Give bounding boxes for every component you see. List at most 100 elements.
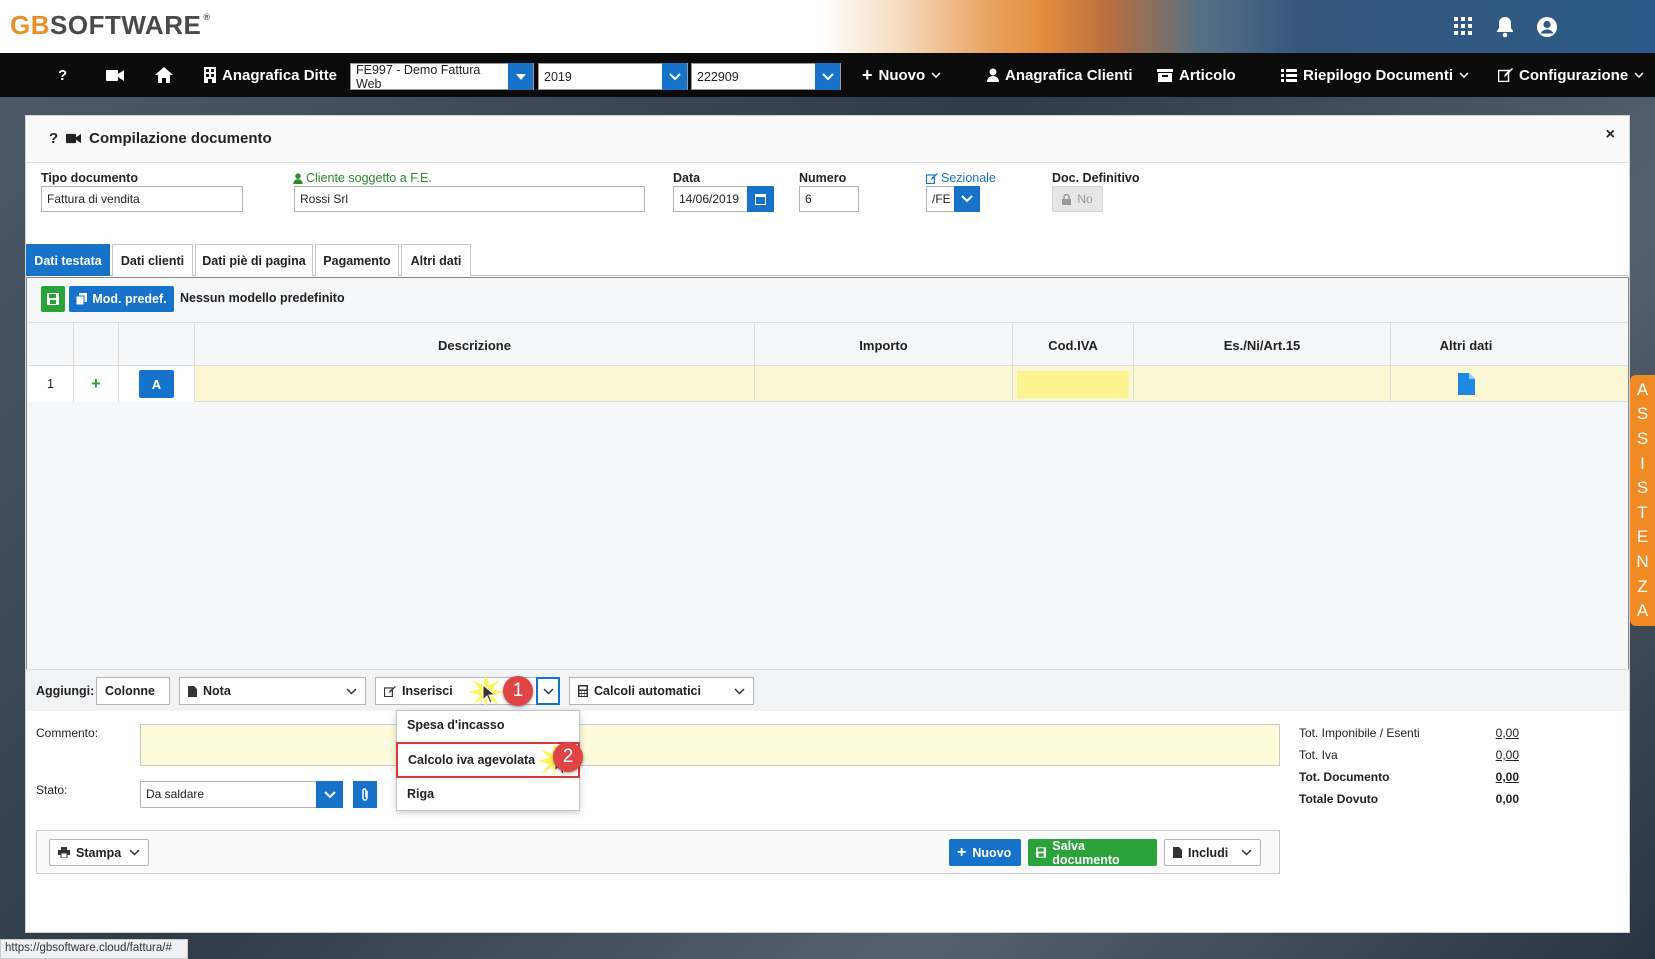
menu-item-riga[interactable]: Riga: [397, 780, 579, 808]
calcoli-automatici-dropdown[interactable]: Calcoli automatici: [569, 677, 754, 705]
commento-field[interactable]: [140, 724, 1280, 766]
video-camera-icon[interactable]: [106, 53, 124, 97]
numero-field[interactable]: 6: [799, 186, 859, 212]
total-value: 0,00: [1495, 792, 1519, 806]
tipo-documento-label: Tipo documento: [41, 171, 138, 185]
chevron-down-icon: [129, 849, 140, 856]
year-select[interactable]: 2019: [538, 63, 688, 90]
nav-configurazione-label: Configurazione: [1519, 66, 1629, 84]
file-icon: [1173, 847, 1182, 858]
chevron-down-icon[interactable]: [316, 781, 343, 808]
logo-text: SOFTWARE: [50, 9, 202, 40]
chevron-down-icon: [1241, 849, 1252, 856]
sezionale-link[interactable]: Sezionale: [926, 171, 996, 185]
column-header-altri-dati[interactable]: Altri dati: [1391, 323, 1541, 367]
salva-documento-button[interactable]: Salva documento: [1028, 839, 1157, 867]
nuovo-button[interactable]: + Nuovo: [949, 839, 1021, 866]
save-icon[interactable]: [41, 286, 65, 312]
document-icon[interactable]: [1457, 373, 1475, 395]
doc-definitivo-toggle[interactable]: No: [1052, 186, 1103, 212]
total-row: Totale Dovuto 0,00: [1299, 788, 1519, 810]
home-icon[interactable]: [155, 53, 173, 97]
user-icon: [987, 68, 999, 82]
stampa-dropdown[interactable]: Stampa: [49, 839, 149, 866]
cod-iva-cell[interactable]: [1013, 366, 1134, 402]
chevron-down-icon[interactable]: [954, 186, 980, 212]
data-field[interactable]: 14/06/2019: [673, 186, 749, 212]
colonne-dropdown[interactable]: Colonne: [96, 677, 170, 705]
tab-altri-dati[interactable]: Altri dati: [401, 244, 471, 276]
company-select-value: FE997 - Demo Fattura Web: [356, 62, 481, 91]
nav-anagrafica-clienti[interactable]: Anagrafica Clienti: [987, 53, 1133, 97]
panel-help-button[interactable]: ?: [49, 130, 58, 147]
paperclip-icon[interactable]: [353, 781, 377, 808]
nav-nuovo-menu[interactable]: + Nuovo: [862, 53, 941, 97]
tab-dati-clienti[interactable]: Dati clienti: [112, 244, 193, 276]
apps-grid-icon[interactable]: [1453, 16, 1475, 38]
nav-help-button[interactable]: ?: [58, 53, 67, 97]
stato-select[interactable]: Da saldare: [140, 781, 318, 808]
assistenza-tab[interactable]: A S S I S T E N Z A: [1630, 375, 1655, 626]
chevron-down-icon: [815, 63, 840, 90]
code-select[interactable]: 222909: [691, 63, 841, 90]
total-row: Tot. Iva 0,00: [1299, 744, 1519, 766]
mod-predef-button[interactable]: Mod. predef.: [69, 286, 174, 312]
nav-anagrafica-ditte[interactable]: Anagrafica Ditte: [204, 53, 337, 97]
caret-down-icon: [508, 63, 533, 90]
column-header-descrizione[interactable]: Descrizione: [195, 323, 755, 367]
lock-icon: [1062, 193, 1072, 205]
tipo-documento-field[interactable]: Fattura di vendita: [41, 186, 243, 212]
calculator-icon: [578, 685, 588, 697]
column-header-cod-iva[interactable]: Cod.IVA: [1013, 323, 1134, 367]
descrizione-cell[interactable]: [195, 366, 755, 402]
list-icon: [1281, 68, 1297, 82]
printer-icon: [58, 847, 70, 858]
nav-anagrafica-clienti-label: Anagrafica Clienti: [1005, 66, 1133, 84]
calendar-icon[interactable]: [747, 186, 774, 212]
assistenza-letter: S: [1636, 404, 1649, 424]
total-row: Tot. Documento 0,00: [1299, 766, 1519, 788]
tab-pagamento[interactable]: Pagamento: [315, 244, 399, 276]
importo-cell[interactable]: [755, 366, 1013, 402]
plus-icon: +: [862, 64, 873, 85]
mod-predef-label: Mod. predef.: [92, 292, 167, 306]
company-select[interactable]: FE997 - Demo Fattura Web: [350, 62, 534, 91]
video-camera-icon[interactable]: [66, 133, 82, 144]
nav-help-label: ?: [58, 66, 68, 84]
file-icon: [188, 685, 197, 697]
includi-dropdown[interactable]: Includi: [1164, 839, 1261, 866]
esenzione-cell[interactable]: [1134, 366, 1391, 402]
calcoli-automatici-label: Calcoli automatici: [594, 684, 701, 698]
doc-definitivo-value: No: [1077, 192, 1093, 206]
menu-item-spesa-incasso[interactable]: Spesa d'incasso: [397, 711, 579, 739]
sezionale-field[interactable]: /FE: [926, 186, 956, 212]
barcode-box-icon: [1157, 68, 1173, 82]
nav-riepilogo-menu[interactable]: Riepilogo Documenti: [1281, 53, 1469, 97]
assistenza-letter: N: [1636, 552, 1649, 571]
plus-icon: +: [957, 843, 967, 861]
column-header-esenzione[interactable]: Es./Ni/Art.15: [1134, 323, 1391, 367]
nav-articolo[interactable]: Articolo: [1157, 53, 1236, 97]
column-header-importo[interactable]: Importo: [755, 323, 1013, 367]
cliente-field[interactable]: Rossi Srl: [294, 186, 645, 212]
nota-dropdown[interactable]: Nota: [179, 677, 366, 705]
cod-iva-input[interactable]: [1017, 370, 1129, 398]
total-row: Tot. Imponibile / Esenti 0,00: [1299, 722, 1519, 744]
total-label: Tot. Iva: [1299, 748, 1338, 762]
bell-icon[interactable]: [1495, 16, 1517, 38]
inserisci-dropdown-toggle[interactable]: [536, 677, 560, 705]
add-row-button[interactable]: +: [74, 366, 119, 402]
chevron-down-icon: [734, 687, 745, 695]
row-type-button[interactable]: A: [139, 370, 174, 398]
data-label: Data: [673, 171, 701, 185]
assistenza-letter: A: [1636, 601, 1649, 621]
user-account-icon[interactable]: [1536, 16, 1558, 38]
tab-dati-pie-pagina[interactable]: Dati piè di pagina: [195, 244, 313, 276]
assistenza-letter: I: [1640, 453, 1645, 473]
close-icon[interactable]: ×: [1606, 126, 1615, 144]
tab-dati-testata[interactable]: Dati testata: [26, 244, 110, 276]
nav-configurazione-menu[interactable]: Configurazione: [1498, 53, 1644, 97]
chevron-down-icon: [542, 687, 554, 695]
chevron-down-icon: [662, 63, 687, 90]
altri-dati-cell: [1391, 366, 1541, 402]
